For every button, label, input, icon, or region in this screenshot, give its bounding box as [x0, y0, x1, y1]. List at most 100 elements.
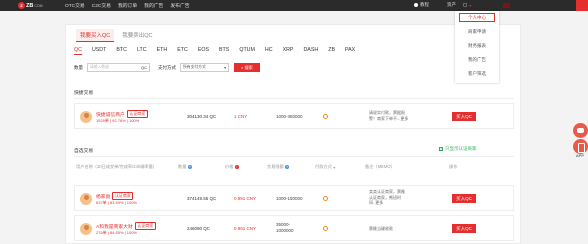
- coin-ltc[interactable]: LTC: [137, 47, 147, 55]
- memo-text: 票稚当磋收款: [369, 226, 393, 232]
- coin-xrp[interactable]: XRP: [283, 47, 294, 55]
- coin-qtum[interactable]: QTUM: [239, 47, 255, 55]
- info-icon[interactable]: ?: [285, 165, 290, 169]
- memo-text: 请说实付款，票据报 警！商家下单不...更多: [369, 110, 408, 121]
- tab-buy-qc[interactable]: 我要买入QC: [76, 29, 115, 42]
- corner-flag-icon[interactable]: [576, 0, 588, 11]
- language-flag-icon[interactable]: [503, 3, 510, 8]
- header-username-label: 用户名称（30日成交单/完成率/24h确率量）: [76, 164, 157, 169]
- main-nav: OTC交易 C2C交易 我的订单 我的广告 发布广告: [65, 2, 190, 9]
- checkbox-icon[interactable]: ✓: [439, 147, 443, 151]
- memo-line: 卖卖认证商家，票稚: [369, 189, 405, 194]
- payment-icon: [323, 196, 328, 201]
- info-icon[interactable]: ?: [187, 165, 192, 169]
- limit-line: 1000000: [276, 227, 294, 233]
- chat-icon[interactable]: [573, 123, 588, 138]
- coin-bts[interactable]: BTS: [219, 47, 229, 55]
- verified-only-filter[interactable]: ✓ 只显示认证商家: [439, 146, 477, 152]
- limit-value: 1000-150000: [276, 196, 303, 201]
- header-price[interactable]: 价格 ↕: [225, 164, 239, 170]
- header-payment[interactable]: 付款方式 ▾: [315, 164, 335, 170]
- coin-hc[interactable]: HC: [265, 47, 273, 55]
- coin-usdt[interactable]: USDT: [92, 47, 106, 55]
- coin-eth[interactable]: ETH: [157, 47, 168, 55]
- menu-item-customer-filter[interactable]: 客户筛选: [455, 71, 499, 77]
- payment-method-label: 支付方式: [158, 64, 176, 70]
- merchant-stats: 276单 | 84.65% | 100%: [96, 230, 137, 235]
- coin-zb[interactable]: ZB: [328, 47, 335, 55]
- sort-icon[interactable]: ↕: [234, 165, 239, 169]
- header-username: 用户名称（30日成交单/完成率/24h确率量）: [76, 164, 157, 170]
- top-navigation-bar: Z ZB COM OTC交易 C2C交易 我的订单 我的广告 发布广告 教程 资…: [0, 0, 588, 11]
- nav-otc[interactable]: OTC交易: [65, 2, 85, 9]
- logo-text: ZB: [26, 2, 34, 9]
- memo-line: 请说实付款，票据报: [369, 110, 405, 115]
- nav-my-orders[interactable]: 我的订单: [118, 2, 137, 9]
- merchant-avatar: [80, 223, 92, 235]
- nav-my-ads[interactable]: 我的广告: [144, 2, 163, 9]
- coin-dash[interactable]: DASH: [303, 47, 318, 55]
- header-quantity-label: 数量: [178, 164, 187, 169]
- menu-item-merchant-apply[interactable]: 商家申请: [455, 29, 499, 35]
- user-dropdown-menu: 个人中心 商家申请 财务报表 我的广告 客户筛选: [455, 11, 499, 83]
- user-avatar-icon: ▢: [463, 2, 468, 7]
- table-header: 用户名称（30日成交单/完成率/24h确率量） 数量 ? 价格 ↕ 交易限额 ?…: [74, 161, 514, 173]
- self-trade-title: 自选交易: [74, 149, 94, 154]
- menu-item-my-ads[interactable]: 我的广告: [455, 57, 499, 63]
- merchant-name[interactable]: A和我是商家大财: [96, 223, 133, 230]
- menu-item-personal-center[interactable]: 个人中心: [455, 15, 499, 21]
- coin-btc[interactable]: BTC: [116, 47, 127, 55]
- quick-trade-row: 快捷诚信商户 认证商家 1529单 | 92.76% | 100% 304130…: [74, 103, 514, 129]
- merchant-name-line: 快捷诚信商户 认证商家: [96, 110, 148, 118]
- quantity-label: 数量: [74, 64, 83, 70]
- header-price-label: 价格: [225, 164, 234, 169]
- payment-method-select[interactable]: 所有支付方式 ▾: [180, 63, 229, 72]
- coin-pax[interactable]: PAX: [345, 47, 355, 55]
- verified-merchant-badge: 认证商家: [134, 222, 156, 230]
- logo-sub: COM: [34, 3, 43, 8]
- quantity-unit: QC: [141, 65, 147, 70]
- buy-qc-button[interactable]: 买入QC: [452, 194, 476, 203]
- payment-method-value: 所有支付方式: [183, 65, 206, 69]
- coin-eos[interactable]: EOS: [198, 47, 209, 55]
- zb-logo[interactable]: Z ZB COM: [18, 2, 43, 9]
- buy-qc-button[interactable]: 买入QC: [452, 112, 476, 121]
- merchant-stats: 637单 | 83.59% | 100%: [96, 200, 137, 205]
- header-limit[interactable]: 交易限额 ?: [267, 164, 290, 170]
- search-button[interactable]: ⌕ 搜索: [234, 63, 260, 72]
- asset-link[interactable]: 资产: [447, 2, 456, 8]
- coin-etc[interactable]: ETC: [177, 47, 188, 55]
- merchant-name[interactable]: 快捷诚信商户: [96, 111, 125, 118]
- nav-c2c[interactable]: C2C交易: [92, 2, 111, 9]
- table-row: A和我是商家大财 认证商家 276单 | 84.65% | 100% 24609…: [74, 215, 514, 241]
- memo-line[interactable]: 间..更多: [369, 200, 405, 206]
- merchant-avatar: [80, 111, 92, 123]
- header-quantity[interactable]: 数量 ?: [178, 164, 192, 170]
- coin-qc[interactable]: QC: [74, 47, 82, 55]
- chevron-down-icon: ▾: [469, 2, 472, 8]
- quantity-value: 374149.55 QC: [187, 196, 217, 201]
- tab-sell-qc[interactable]: 我要卖出QC: [118, 29, 156, 42]
- nav-post-ad[interactable]: 发布广告: [170, 2, 189, 9]
- verified-only-label: 只显示认证商家: [445, 146, 477, 151]
- user-menu[interactable]: ▢ ▾: [463, 2, 471, 8]
- mobile-app-icon[interactable]: [573, 139, 588, 154]
- quantity-input[interactable]: 请输入数量 QC: [87, 63, 150, 72]
- buy-qc-button[interactable]: 买入QC: [452, 224, 476, 233]
- memo-line[interactable]: 警！商家下单不...更多: [369, 116, 408, 122]
- price-value: 1 CNY: [234, 114, 248, 119]
- price-value: 0.991 CNY: [234, 196, 257, 201]
- menu-item-financial-report[interactable]: 财务报表: [455, 43, 499, 49]
- payment-icon: [323, 114, 328, 119]
- merchant-name[interactable]: 杨家勋: [96, 193, 110, 200]
- tutorial-link[interactable]: 教程: [414, 2, 429, 8]
- otc-trade-panel: 我要买入QC 我要卖出QC QC USDT BTC LTC ETH ETC EO…: [65, 24, 521, 244]
- quick-trade-title: 快捷交易: [74, 91, 94, 96]
- chevron-down-icon: ▾: [333, 164, 336, 170]
- help-icon: [414, 3, 418, 7]
- header-limit-label: 交易限额: [267, 164, 284, 169]
- quantity-placeholder: 请输入数量: [90, 65, 109, 69]
- memo-text: 卖卖认证商家，票稚 认证商家，熊班时 间..更多: [369, 189, 405, 206]
- search-button-label: 搜索: [244, 64, 253, 70]
- app-label[interactable]: APP: [576, 153, 584, 158]
